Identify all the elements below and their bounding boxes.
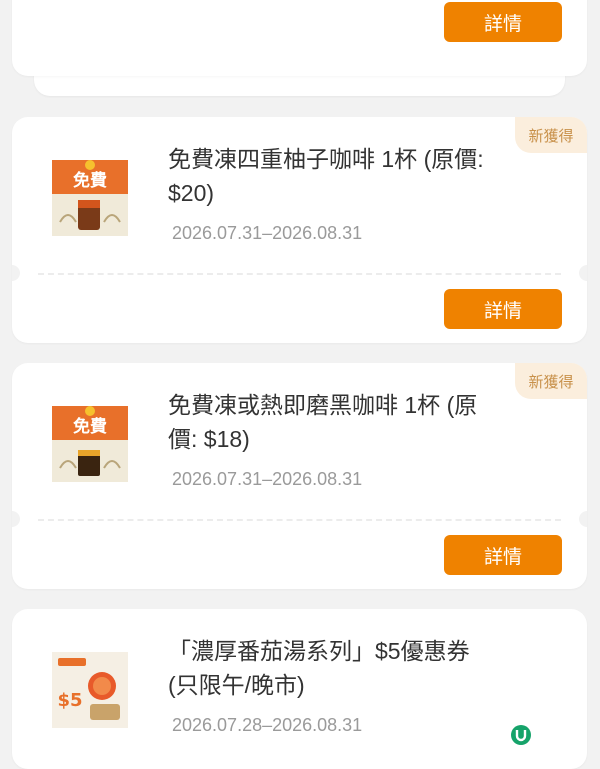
coupon-thumbnail: 免費 (52, 406, 128, 482)
coupon-thumbnail: 免費 (52, 160, 128, 236)
coupon-thumbnail: $5 (52, 652, 128, 728)
ticket-notch (12, 265, 20, 281)
coupon-card: 新獲得 免費 免費凍四重柚子咖啡 1杯 (原價: $20) 2026.07.31… (12, 117, 587, 343)
thumbnail-label: 免費 (73, 416, 107, 437)
coupon-card: 新獲得 免費 免費凍或熱即磨黑咖啡 1杯 (原價: $18) 2026.07.3… (12, 363, 587, 589)
thumbnail-label: 免費 (73, 170, 107, 191)
details-button[interactable]: 詳情 (444, 2, 562, 42)
new-badge: 新獲得 (515, 117, 587, 153)
new-badge: 新獲得 (515, 363, 587, 399)
details-button[interactable]: 詳情 (444, 289, 562, 329)
coupon-title: 免費凍或熱即磨黑咖啡 1杯 (原價: $18) (168, 392, 478, 452)
dashed-divider (38, 519, 561, 521)
ticket-notch (12, 511, 20, 527)
ticket-notch (579, 511, 587, 527)
coupon-card: $5 「濃厚番茄湯系列」$5優惠券 (只限午/晚市) 2026.07.28–20… (12, 609, 587, 769)
validity-dates: 2026.07.28–2026.08.31 (172, 715, 363, 735)
thumbnail-label: $5 (57, 690, 82, 711)
u-logo-icon (511, 725, 531, 745)
details-button[interactable]: 詳情 (444, 535, 562, 575)
coupon-card: 詳情 (12, 0, 587, 76)
ticket-notch (579, 265, 587, 281)
validity-dates: 2026.07.31–2026.08.31 (172, 469, 363, 489)
coupon-title: 「濃厚番茄湯系列」$5優惠券 (只限午/晚市) (168, 638, 470, 698)
validity-dates: 2026.07.31–2026.08.31 (172, 223, 363, 243)
coupon-title: 免費凍四重柚子咖啡 1杯 (原價: $20) (168, 146, 484, 206)
dashed-divider (38, 273, 561, 275)
